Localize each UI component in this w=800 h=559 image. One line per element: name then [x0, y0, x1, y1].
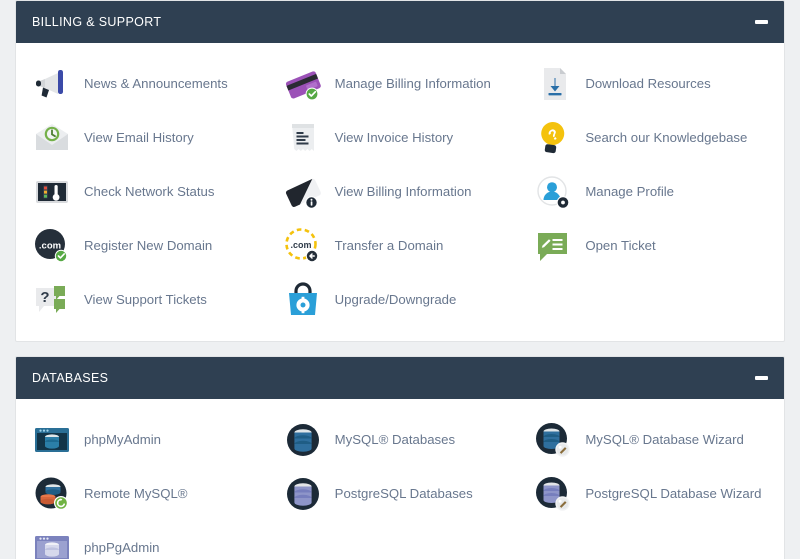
item-label: phpPgAdmin	[84, 540, 160, 556]
panel-body-billing-support: News & Announcements Manag	[16, 43, 784, 341]
mysql-database-icon	[283, 420, 323, 460]
item-upgrade-downgrade[interactable]: Upgrade/Downgrade	[275, 273, 526, 327]
postgres-wizard-icon	[533, 474, 573, 514]
mysql-wizard-icon	[533, 420, 573, 460]
invoice-icon	[283, 118, 323, 158]
panel-header-databases: DATABASES	[16, 357, 784, 399]
phpmyadmin-icon	[32, 420, 72, 460]
network-status-icon	[32, 172, 72, 212]
item-check-network-status[interactable]: Check Network Status	[24, 165, 275, 219]
svg-text:.com: .com	[39, 241, 61, 252]
billing-items-grid: News & Announcements Manag	[24, 57, 776, 327]
item-label: Transfer a Domain	[335, 238, 444, 254]
item-label: View Support Tickets	[84, 292, 207, 308]
minus-icon[interactable]	[755, 20, 768, 24]
item-label: MySQL® Database Wizard	[585, 432, 744, 448]
item-search-knowledgebase[interactable]: ? Search our Knowledgebase	[525, 111, 776, 165]
item-label: Manage Billing Information	[335, 76, 491, 92]
item-open-ticket[interactable]: Open Ticket	[525, 219, 776, 273]
lightbulb-question-icon: ?	[533, 118, 573, 158]
item-manage-profile[interactable]: Manage Profile	[525, 165, 776, 219]
dotcom-transfer-icon: .com	[283, 226, 323, 266]
item-label: phpMyAdmin	[84, 432, 161, 448]
item-remote-mysql[interactable]: Remote MySQL®	[24, 467, 275, 521]
item-phppgadmin[interactable]: phpPgAdmin	[24, 521, 275, 559]
megaphone-icon	[32, 64, 72, 104]
item-postgresql-database-wizard[interactable]: PostgreSQL Database Wizard	[525, 467, 776, 521]
panel-header-billing-support: BILLING & SUPPORT	[16, 1, 784, 43]
panel-title: BILLING & SUPPORT	[32, 15, 161, 29]
item-label: Open Ticket	[585, 238, 655, 254]
item-mysql-database-wizard[interactable]: MySQL® Database Wizard	[525, 413, 776, 467]
envelope-clock-icon	[32, 118, 72, 158]
credit-card-info-icon	[283, 172, 323, 212]
item-view-billing-information[interactable]: View Billing Information	[275, 165, 526, 219]
dotcom-check-icon: .com	[32, 226, 72, 266]
phppgadmin-icon	[32, 528, 72, 559]
item-label: MySQL® Databases	[335, 432, 455, 448]
item-label: PostgreSQL Database Wizard	[585, 486, 761, 502]
question-bubbles-icon: ?	[32, 280, 72, 320]
page-root: BILLING & SUPPORT News & Announce	[0, 0, 800, 559]
item-label: View Email History	[84, 130, 194, 146]
minus-icon[interactable]	[755, 376, 768, 380]
item-label: News & Announcements	[84, 76, 228, 92]
panel-databases: DATABASES	[15, 356, 785, 559]
item-label: PostgreSQL Databases	[335, 486, 473, 502]
credit-card-check-icon	[283, 64, 323, 104]
item-view-support-tickets[interactable]: ? View Support Tickets	[24, 273, 275, 327]
user-gear-icon	[533, 172, 573, 212]
item-postgresql-databases[interactable]: PostgreSQL Databases	[275, 467, 526, 521]
item-label: Check Network Status	[84, 184, 214, 200]
shopping-bag-gear-icon	[283, 280, 323, 320]
panel-title: DATABASES	[32, 371, 108, 385]
item-label: View Invoice History	[335, 130, 454, 146]
item-transfer-a-domain[interactable]: .com Transfer a Domain	[275, 219, 526, 273]
panel-body-databases: phpMyAdmin MySQL®	[16, 399, 784, 559]
svg-text:.com: .com	[290, 240, 311, 250]
postgres-database-icon	[283, 474, 323, 514]
ticket-compose-icon	[533, 226, 573, 266]
databases-items-grid: phpMyAdmin MySQL®	[24, 413, 776, 559]
item-view-email-history[interactable]: View Email History	[24, 111, 275, 165]
svg-text:?: ?	[40, 289, 49, 306]
item-label: Register New Domain	[84, 238, 212, 254]
item-label: Search our Knowledgebase	[585, 130, 747, 146]
item-register-new-domain[interactable]: .com Register New Domain	[24, 219, 275, 273]
panel-billing-support: BILLING & SUPPORT News & Announce	[15, 0, 785, 342]
item-label: View Billing Information	[335, 184, 472, 200]
file-download-icon	[533, 64, 573, 104]
item-news-announcements[interactable]: News & Announcements	[24, 57, 275, 111]
item-label: Remote MySQL®	[84, 486, 188, 502]
item-label: Download Resources	[585, 76, 710, 92]
item-manage-billing-information[interactable]: Manage Billing Information	[275, 57, 526, 111]
item-view-invoice-history[interactable]: View Invoice History	[275, 111, 526, 165]
item-label: Upgrade/Downgrade	[335, 292, 457, 308]
item-label: Manage Profile	[585, 184, 674, 200]
item-download-resources[interactable]: Download Resources	[525, 57, 776, 111]
item-mysql-databases[interactable]: MySQL® Databases	[275, 413, 526, 467]
item-phpmyadmin[interactable]: phpMyAdmin	[24, 413, 275, 467]
remote-mysql-icon	[32, 474, 72, 514]
